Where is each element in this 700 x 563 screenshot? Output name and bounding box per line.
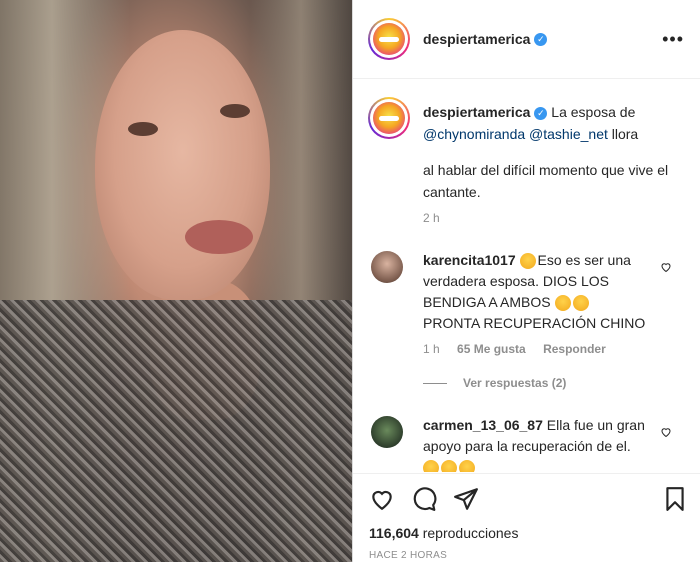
- view-replies-button[interactable]: Ver respuestas (2): [423, 376, 566, 390]
- replies-line: [423, 383, 447, 385]
- media-lips: [185, 220, 253, 254]
- praying-hands-emoji-icon: [519, 253, 536, 270]
- clap-emoji-icon: [441, 460, 457, 472]
- comment-likes[interactable]: 65 Me gusta: [457, 342, 526, 356]
- media-sweater: [0, 300, 352, 562]
- caption-time[interactable]: 2 h: [423, 211, 440, 225]
- mention-link[interactable]: @tashie_net: [529, 126, 608, 142]
- caption-username[interactable]: despiertamerica: [423, 104, 530, 120]
- post-side-panel: despiertamerica ✓ ••• despiertamerica ✓ La…: [353, 0, 700, 562]
- author-avatar[interactable]: [368, 18, 410, 60]
- comment-text: karencita1017 Eso es ser una verdadera e…: [423, 250, 663, 334]
- verified-icon: ✓: [534, 33, 548, 47]
- mention-link[interactable]: @chynomiranda: [423, 126, 525, 142]
- bookmark-icon[interactable]: [662, 486, 688, 512]
- reply-button[interactable]: Responder: [543, 342, 606, 356]
- caption-author-avatar[interactable]: [368, 97, 410, 139]
- verified-icon: ✓: [534, 106, 548, 120]
- heart-icon[interactable]: [660, 426, 672, 438]
- comment-icon[interactable]: [411, 486, 437, 512]
- commenter-avatar[interactable]: [371, 251, 403, 283]
- share-icon[interactable]: [453, 486, 479, 512]
- caption-text-intro: La esposa de: [551, 104, 636, 120]
- video-post-media[interactable]: [0, 0, 352, 562]
- comment-time[interactable]: 1 h: [423, 342, 440, 356]
- post-actions-bar: 116,604 reproducciones HACE 2 HORAS: [353, 473, 700, 563]
- heart-icon[interactable]: [660, 261, 672, 273]
- clap-emoji-icon: [459, 460, 475, 472]
- caption-text-llora: llora: [611, 126, 639, 142]
- comments-scroll-area[interactable]: despiertamerica ✓ La esposa de @chynomira…: [353, 79, 700, 472]
- views-count[interactable]: 116,604 reproducciones: [369, 525, 518, 541]
- post-age[interactable]: HACE 2 HORAS: [369, 550, 447, 561]
- comment-text: carmen_13_06_87 Ella fue un gran apoyo p…: [423, 415, 663, 472]
- views-number: 116,604: [369, 525, 419, 541]
- post-header: despiertamerica ✓ •••: [353, 0, 700, 79]
- media-eye-left: [128, 122, 158, 136]
- comment-meta: 1 h 65 Me gusta Responder: [423, 342, 620, 356]
- media-eye-right: [220, 104, 250, 118]
- praying-hands-emoji-icon: [572, 295, 589, 312]
- like-heart-icon[interactable]: [369, 486, 395, 512]
- clap-emoji-icon: [554, 295, 571, 312]
- header-username-row: despiertamerica ✓: [423, 31, 548, 49]
- caption-header: despiertamerica ✓ La esposa de @chynomira…: [423, 101, 678, 145]
- comment-body-2: PRONTA RECUPERACIÓN CHINO: [423, 315, 646, 331]
- more-options-icon[interactable]: •••: [662, 30, 684, 48]
- views-label: reproducciones: [422, 525, 519, 541]
- comment-username[interactable]: karencita1017: [423, 252, 516, 268]
- header-username[interactable]: despiertamerica: [423, 31, 530, 47]
- commenter-avatar[interactable]: [371, 416, 403, 448]
- clap-emoji-icon: [423, 460, 439, 472]
- media-face: [95, 30, 270, 300]
- view-replies-label: Ver respuestas (2): [463, 376, 567, 390]
- comment-username[interactable]: carmen_13_06_87: [423, 417, 543, 433]
- caption-body: al hablar del difícil momento que vive e…: [423, 162, 669, 200]
